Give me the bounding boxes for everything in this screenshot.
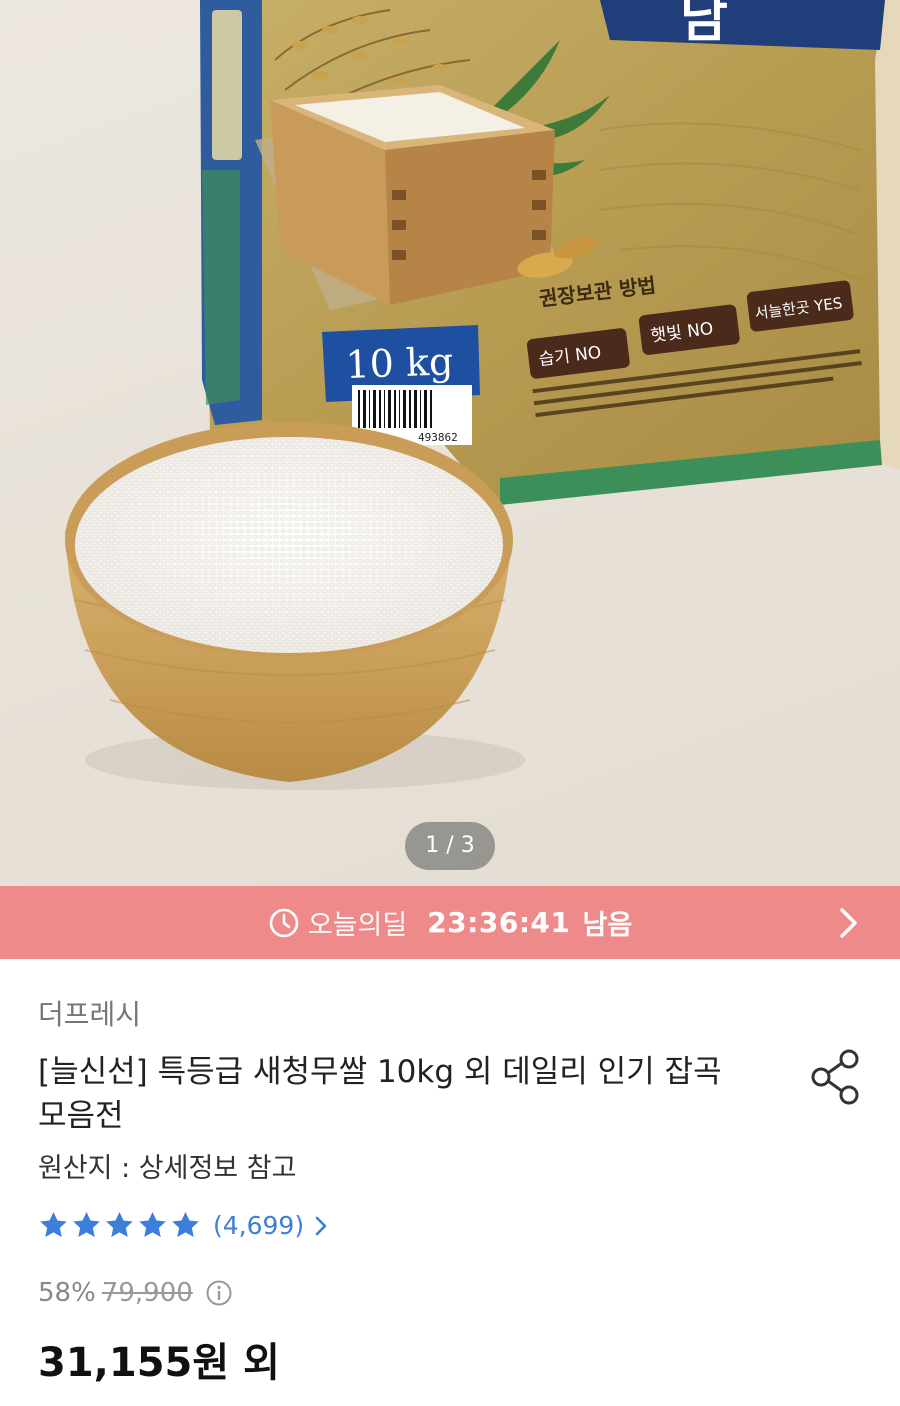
clock-icon <box>269 908 299 937</box>
rating-row[interactable]: (4,699) <box>38 1210 328 1241</box>
discount-rate: 58% <box>38 1278 96 1308</box>
seller-name[interactable]: 더프레시 <box>38 993 141 1033</box>
chevron-right-icon[interactable] <box>838 906 860 940</box>
deal-remain-label: 남음 <box>582 910 633 941</box>
info-icon[interactable] <box>205 1279 233 1307</box>
package-barcode-digits: 493862 <box>418 431 458 444</box>
star-rating <box>38 1210 203 1241</box>
image-page-counter: 1 / 3 <box>405 822 495 870</box>
product-image-gallery[interactable]: 남 권장보관 방법 습기 NO 햇빛 NO 서늘한곳 YES 10 kg 493… <box>0 0 900 886</box>
svg-text:남: 남 <box>680 0 728 49</box>
star-icon <box>172 1211 199 1237</box>
star-icon <box>106 1211 133 1237</box>
original-price: 79,900 <box>101 1278 193 1308</box>
package-weight-label: 10 kg <box>345 339 454 387</box>
star-icon <box>139 1211 166 1237</box>
review-count-link[interactable]: (4,699) <box>213 1211 304 1240</box>
deal-countdown: 23:36:41 <box>427 906 571 939</box>
share-icon[interactable] <box>808 1048 864 1106</box>
price-row: 58% 79,900 <box>38 1278 233 1308</box>
star-icon <box>40 1211 67 1237</box>
origin-info: 원산지 : 상세정보 참고 <box>38 1153 297 1184</box>
todays-deal-bar[interactable]: 오늘의딜 23:36:41 남음 <box>0 886 900 959</box>
star-icon <box>73 1211 100 1237</box>
product-photo: 남 권장보관 방법 습기 NO 햇빛 NO 서늘한곳 YES 10 kg 493… <box>65 0 900 790</box>
sale-price: 31,155원 외 <box>38 1340 280 1386</box>
product-title: [늘신선] 특등급 새청무쌀 10kg 외 데일리 인기 잡곡 모음전 <box>38 1054 722 1134</box>
chevron-right-icon[interactable] <box>314 1215 328 1237</box>
deal-label: 오늘의딜 <box>307 910 408 941</box>
